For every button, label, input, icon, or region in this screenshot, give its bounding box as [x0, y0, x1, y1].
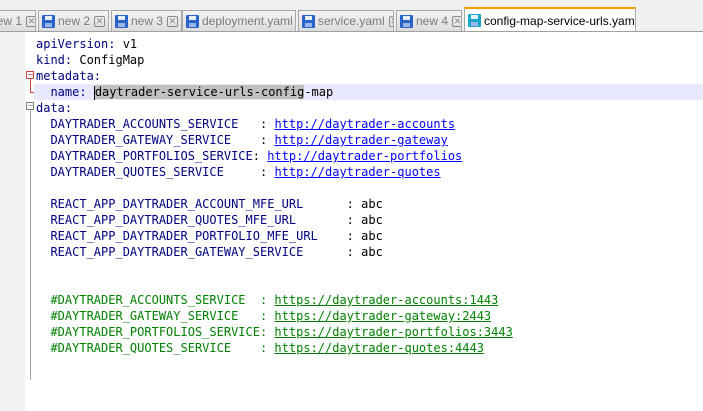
separator: :: [252, 149, 268, 163]
separator: :: [252, 117, 275, 131]
yaml-key: name:: [50, 85, 87, 99]
tab-new-2[interactable]: new 2 ✕: [38, 10, 109, 31]
comment-line: #DAYTRADER_ACCOUNTS_SERVICE : https://da…: [36, 292, 498, 308]
close-icon[interactable]: ✕: [388, 15, 393, 27]
comment-line: #DAYTRADER_PORTFOLIOS_SERVICE: https://d…: [36, 324, 512, 340]
url-link[interactable]: http://daytrader-accounts: [274, 117, 455, 131]
code-line: REACT_APP_DAYTRADER_GATEWAY_SERVICE : ab…: [36, 244, 383, 260]
comment-text: #DAYTRADER_QUOTES_SERVICE :: [50, 341, 275, 355]
yaml-key: metadata:: [36, 69, 102, 83]
yaml-key: REACT_APP_DAYTRADER_ACCOUNT_MFE_URL: [50, 197, 340, 211]
comment-line: #DAYTRADER_GATEWAY_SERVICE : https://day…: [36, 308, 491, 324]
yaml-key: DAYTRADER_ACCOUNTS_SERVICE: [50, 117, 253, 131]
current-line: name: daytrader-service-urls-config-map: [34, 84, 703, 100]
close-icon[interactable]: ✕: [26, 15, 35, 27]
tab-label: new 4: [416, 14, 449, 28]
tab-new-4[interactable]: new 4 ✕: [396, 10, 462, 31]
separator: :: [252, 133, 275, 147]
tab-label: new 2: [58, 14, 91, 28]
code-line: apiVersion: v1: [36, 36, 137, 52]
separator: :: [339, 245, 362, 259]
yaml-key: DAYTRADER_PORTFOLIOS_SERVICE: [50, 149, 253, 163]
editor-area[interactable]: − − apiVersion: v1 kind: ConfigMap metad…: [0, 32, 703, 411]
comment-text: #DAYTRADER_GATEWAY_SERVICE :: [50, 309, 275, 323]
fold-guide: [30, 110, 31, 380]
url-link[interactable]: http://daytrader-gateway: [274, 133, 447, 147]
tab-new-3[interactable]: new 3 ✕: [111, 10, 182, 31]
tab-label: new 3: [131, 14, 164, 28]
yaml-key: DAYTRADER_GATEWAY_SERVICE: [50, 133, 253, 147]
tab-label: deployment.yaml: [202, 14, 293, 28]
yaml-value: abc: [361, 229, 383, 243]
comment-url[interactable]: https://daytrader-gateway:2443: [274, 309, 491, 323]
comment-url[interactable]: https://daytrader-portfolios:3443: [274, 325, 512, 339]
comment-url[interactable]: https://daytrader-accounts:1443: [274, 293, 498, 307]
code-line: REACT_APP_DAYTRADER_QUOTES_MFE_URL : abc: [36, 212, 383, 228]
save-icon: [302, 14, 315, 28]
yaml-key: REACT_APP_DAYTRADER_PORTFOLIO_MFE_URL: [50, 229, 340, 243]
comment-text: #DAYTRADER_PORTFOLIOS_SERVICE:: [50, 325, 275, 339]
code-line: DAYTRADER_PORTFOLIOS_SERVICE: http://day…: [36, 148, 462, 164]
code-line: metadata:: [36, 68, 101, 84]
separator: :: [339, 213, 362, 227]
yaml-value: abc: [361, 197, 383, 211]
save-icon: [468, 14, 481, 27]
url-link[interactable]: http://daytrader-quotes: [274, 165, 440, 179]
fold-toggle-data[interactable]: −: [26, 102, 34, 110]
comment-url[interactable]: https://daytrader-quotes:4443: [274, 341, 484, 355]
yaml-key: DAYTRADER_QUOTES_SERVICE: [50, 165, 253, 179]
close-icon[interactable]: ✕: [94, 15, 106, 27]
close-icon[interactable]: ✕: [167, 15, 179, 27]
yaml-key: REACT_APP_DAYTRADER_GATEWAY_SERVICE: [50, 245, 340, 259]
tab-label: service.yaml: [318, 14, 385, 28]
yaml-value: v1: [115, 37, 138, 51]
line-number-gutter: [0, 32, 25, 411]
save-icon: [42, 14, 55, 28]
yaml-value: abc: [361, 213, 383, 227]
fold-toggle-metadata[interactable]: −: [26, 71, 34, 79]
save-icon: [186, 14, 199, 28]
save-icon: [400, 14, 413, 28]
code-line: DAYTRADER_GATEWAY_SERVICE : http://daytr…: [36, 132, 447, 148]
tab-service-yaml[interactable]: service.yaml ✕: [298, 10, 394, 31]
separator: :: [339, 229, 362, 243]
tab-bar: new 1 ✕ new 2 ✕ new 3 ✕ deployment.yaml …: [0, 0, 703, 32]
code-line: DAYTRADER_ACCOUNTS_SERVICE : http://dayt…: [36, 116, 455, 132]
code-line: data:: [36, 100, 72, 116]
separator: :: [252, 165, 275, 179]
code-line: DAYTRADER_QUOTES_SERVICE : http://daytra…: [36, 164, 440, 180]
comment-line: #DAYTRADER_QUOTES_SERVICE : https://dayt…: [36, 340, 484, 356]
close-icon[interactable]: ✕: [452, 15, 461, 27]
selected-text: daytrader-service-urls-config: [94, 85, 305, 99]
separator: :: [339, 197, 362, 211]
yaml-value: ConfigMap: [72, 53, 145, 67]
tab-deployment-yaml[interactable]: deployment.yaml ✕: [182, 10, 296, 31]
yaml-value: abc: [361, 245, 383, 259]
url-link[interactable]: http://daytrader-portfolios: [267, 149, 462, 163]
yaml-key: apiVersion:: [36, 37, 116, 51]
comment-text: #DAYTRADER_ACCOUNTS_SERVICE :: [50, 293, 275, 307]
code-line: kind: ConfigMap: [36, 52, 144, 68]
code-line: REACT_APP_DAYTRADER_PORTFOLIO_MFE_URL : …: [36, 228, 383, 244]
tab-new-1[interactable]: new 1 ✕: [0, 10, 36, 31]
code-line: REACT_APP_DAYTRADER_ACCOUNT_MFE_URL : ab…: [36, 196, 383, 212]
save-icon: [115, 14, 128, 28]
yaml-key: kind:: [36, 53, 73, 67]
fold-guide: [30, 79, 31, 92]
yaml-value: -map: [304, 85, 334, 99]
tab-label: new 1: [0, 14, 23, 28]
tab-config-map-service-urls-yaml[interactable]: config-map-service-urls.yaml ✕: [464, 7, 636, 32]
tab-label: config-map-service-urls.yaml: [484, 13, 636, 28]
yaml-key: REACT_APP_DAYTRADER_QUOTES_MFE_URL: [50, 213, 340, 227]
yaml-key: data:: [36, 101, 73, 115]
